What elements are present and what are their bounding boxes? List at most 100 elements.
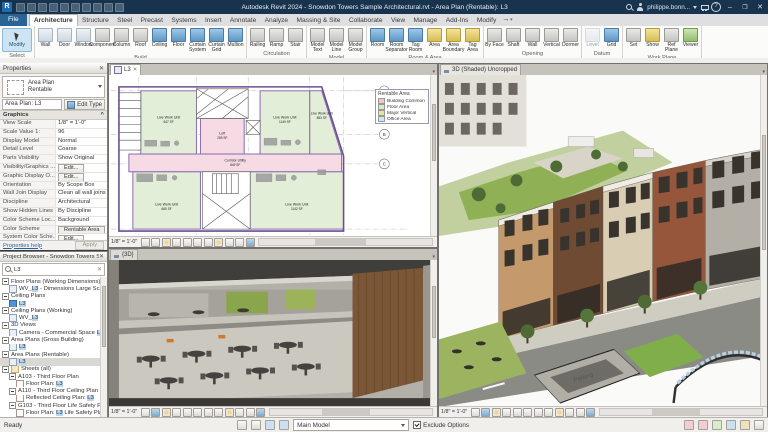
browser-view-item[interactable]: WV_L3 - Dimensions Large Scale <box>0 285 107 293</box>
browser-sheet-view-item[interactable]: Floor Plan: L3 <box>0 380 107 388</box>
viewer-button[interactable]: Viewer <box>681 27 700 48</box>
design-option-select[interactable]: Main Model <box>293 419 410 431</box>
select-by-face-icon[interactable] <box>726 420 736 430</box>
drag-on-selection-icon[interactable] <box>740 420 750 430</box>
vertical-scrollbar[interactable] <box>430 75 437 237</box>
text-icon[interactable] <box>93 2 102 12</box>
shadows-icon[interactable] <box>172 407 182 417</box>
displacement-icon[interactable] <box>245 237 255 247</box>
editing-requests-icon[interactable] <box>251 420 262 430</box>
file-tab[interactable]: File <box>0 14 27 26</box>
collapse-icon[interactable] <box>2 307 9 315</box>
tab-structure[interactable]: Structure <box>78 15 113 26</box>
tab-3d[interactable]: {3D} <box>110 249 138 260</box>
model-line-button[interactable]: Model Line <box>327 27 346 54</box>
property-value[interactable]: Clean all wall joins <box>56 190 107 198</box>
save-icon[interactable] <box>27 2 36 12</box>
browser-sheet-view-item[interactable]: Floor Plan: L3 Life Safety Plan <box>0 409 107 417</box>
door-button[interactable]: Door <box>55 27 74 48</box>
design-options-icon[interactable] <box>279 420 290 430</box>
collapse-icon[interactable] <box>2 321 9 329</box>
view-selector[interactable]: Area Plan: L3 <box>2 99 63 110</box>
unlock-view-icon[interactable] <box>544 407 554 417</box>
property-value[interactable]: By Scope Box <box>56 182 107 190</box>
property-value[interactable]: Normal <box>56 138 107 146</box>
browser-sheet-item[interactable]: A110 - Third Floor Ceiling Plan <box>0 387 107 395</box>
horizontal-scrollbar[interactable] <box>268 408 433 416</box>
signed-in-user[interactable]: philippe.bonn... <box>647 4 690 11</box>
scale-control[interactable]: 1/8" = 1'-0" <box>111 409 137 415</box>
detail-level-icon[interactable] <box>470 407 480 417</box>
browser-category-area-plans-rentable[interactable]: Area Plans (Rentable) <box>0 351 107 359</box>
tab-precast[interactable]: Precast <box>136 15 167 26</box>
collapse-icon[interactable] <box>2 336 9 344</box>
detail-level-icon[interactable] <box>140 407 150 417</box>
properties-help-link[interactable]: Properties help <box>3 243 42 249</box>
collapse-icon[interactable] <box>9 402 16 410</box>
tab-manage[interactable]: Manage <box>409 15 441 26</box>
collapse-icon[interactable] <box>2 365 9 373</box>
collapse-icon[interactable] <box>9 387 16 395</box>
vertical-scrollbar[interactable] <box>760 75 767 407</box>
select-pinned-icon[interactable] <box>712 420 722 430</box>
tab-analyze[interactable]: Analyze <box>260 15 292 26</box>
shaded-3d-canvas[interactable]: Parking <box>439 75 767 407</box>
type-selector[interactable]: Area Plan Rentable <box>2 76 105 98</box>
visual-style-icon[interactable] <box>481 407 491 417</box>
browser-search-input[interactable] <box>14 266 95 273</box>
shaft-button[interactable]: Shaft <box>504 27 523 48</box>
component-button[interactable]: Component <box>89 27 116 48</box>
column-button[interactable]: Column <box>112 27 131 48</box>
temporary-hide-isolate-icon[interactable] <box>224 407 234 417</box>
unlock-view-icon[interactable] <box>203 237 213 247</box>
render-icon[interactable] <box>512 407 522 417</box>
help-icon[interactable] <box>711 2 721 12</box>
wall-opening-button[interactable]: Wall <box>523 27 542 48</box>
modify-button[interactable]: Modify <box>2 28 32 52</box>
crop-view-icon[interactable] <box>193 407 203 417</box>
visual-style-icon[interactable] <box>151 407 161 417</box>
undo-icon[interactable] <box>38 2 47 12</box>
crop-view-icon[interactable] <box>523 407 533 417</box>
browser-category-sheets[interactable]: Sheets (all) <box>0 365 107 373</box>
open-icon[interactable] <box>16 2 25 12</box>
ceiling-button[interactable]: Ceiling <box>150 27 169 48</box>
floor-button[interactable]: Floor <box>169 27 188 48</box>
browser-sheet-item[interactable]: G103 - Third Floor Life Safety Plan <box>0 402 107 410</box>
select-underlay-icon[interactable] <box>698 420 708 430</box>
vertical-scrollbar[interactable] <box>430 260 437 407</box>
property-value[interactable]: 1/8" = 1'-0" <box>56 120 107 128</box>
browser-scrollbar[interactable] <box>100 277 107 419</box>
show-button[interactable]: Show <box>643 27 662 48</box>
tag-room-button[interactable]: Tag Room <box>406 27 425 54</box>
ref-plane-button[interactable]: Ref Plane <box>662 27 681 54</box>
scale-control[interactable]: 1/8" = 1'-0" <box>441 409 467 415</box>
reveal-hidden-icon[interactable] <box>565 407 575 417</box>
graphics-section-header[interactable]: Graphics ^ <box>0 110 107 120</box>
level-button[interactable]: Level <box>583 27 602 48</box>
collapse-icon[interactable] <box>2 292 9 300</box>
temporary-view-properties-icon[interactable] <box>575 407 585 417</box>
shadows-icon[interactable] <box>502 407 512 417</box>
by-face-button[interactable]: By Face <box>485 27 504 48</box>
property-value[interactable]: 96 <box>56 129 107 137</box>
area-button[interactable]: Area <box>425 27 444 48</box>
search-icon[interactable] <box>625 3 633 11</box>
edit-button[interactable]: Edit... <box>58 164 85 172</box>
tab-insert[interactable]: Insert <box>201 15 226 26</box>
exclude-options-checkbox[interactable] <box>413 421 422 429</box>
section-3d-canvas[interactable] <box>109 260 437 407</box>
room-button[interactable]: Room <box>368 27 387 48</box>
minimize-button[interactable] <box>724 2 736 13</box>
dormer-button[interactable]: Dormer <box>561 27 580 48</box>
section-icon[interactable] <box>115 2 124 12</box>
property-value[interactable]: Coarse <box>56 146 107 154</box>
plan-canvas[interactable]: Live Work Unit 647 SF Loft 289 SF Live W… <box>109 75 437 237</box>
property-value[interactable]: By Discipline <box>56 208 107 216</box>
exclude-options-control[interactable]: Exclude Options <box>413 421 469 429</box>
measure-icon[interactable] <box>71 2 80 12</box>
model-text-button[interactable]: Model Text <box>308 27 327 54</box>
browser-view-item-current[interactable]: L3 <box>0 358 107 366</box>
roof-button[interactable]: Roof <box>131 27 150 48</box>
collapse-icon[interactable] <box>2 278 9 286</box>
